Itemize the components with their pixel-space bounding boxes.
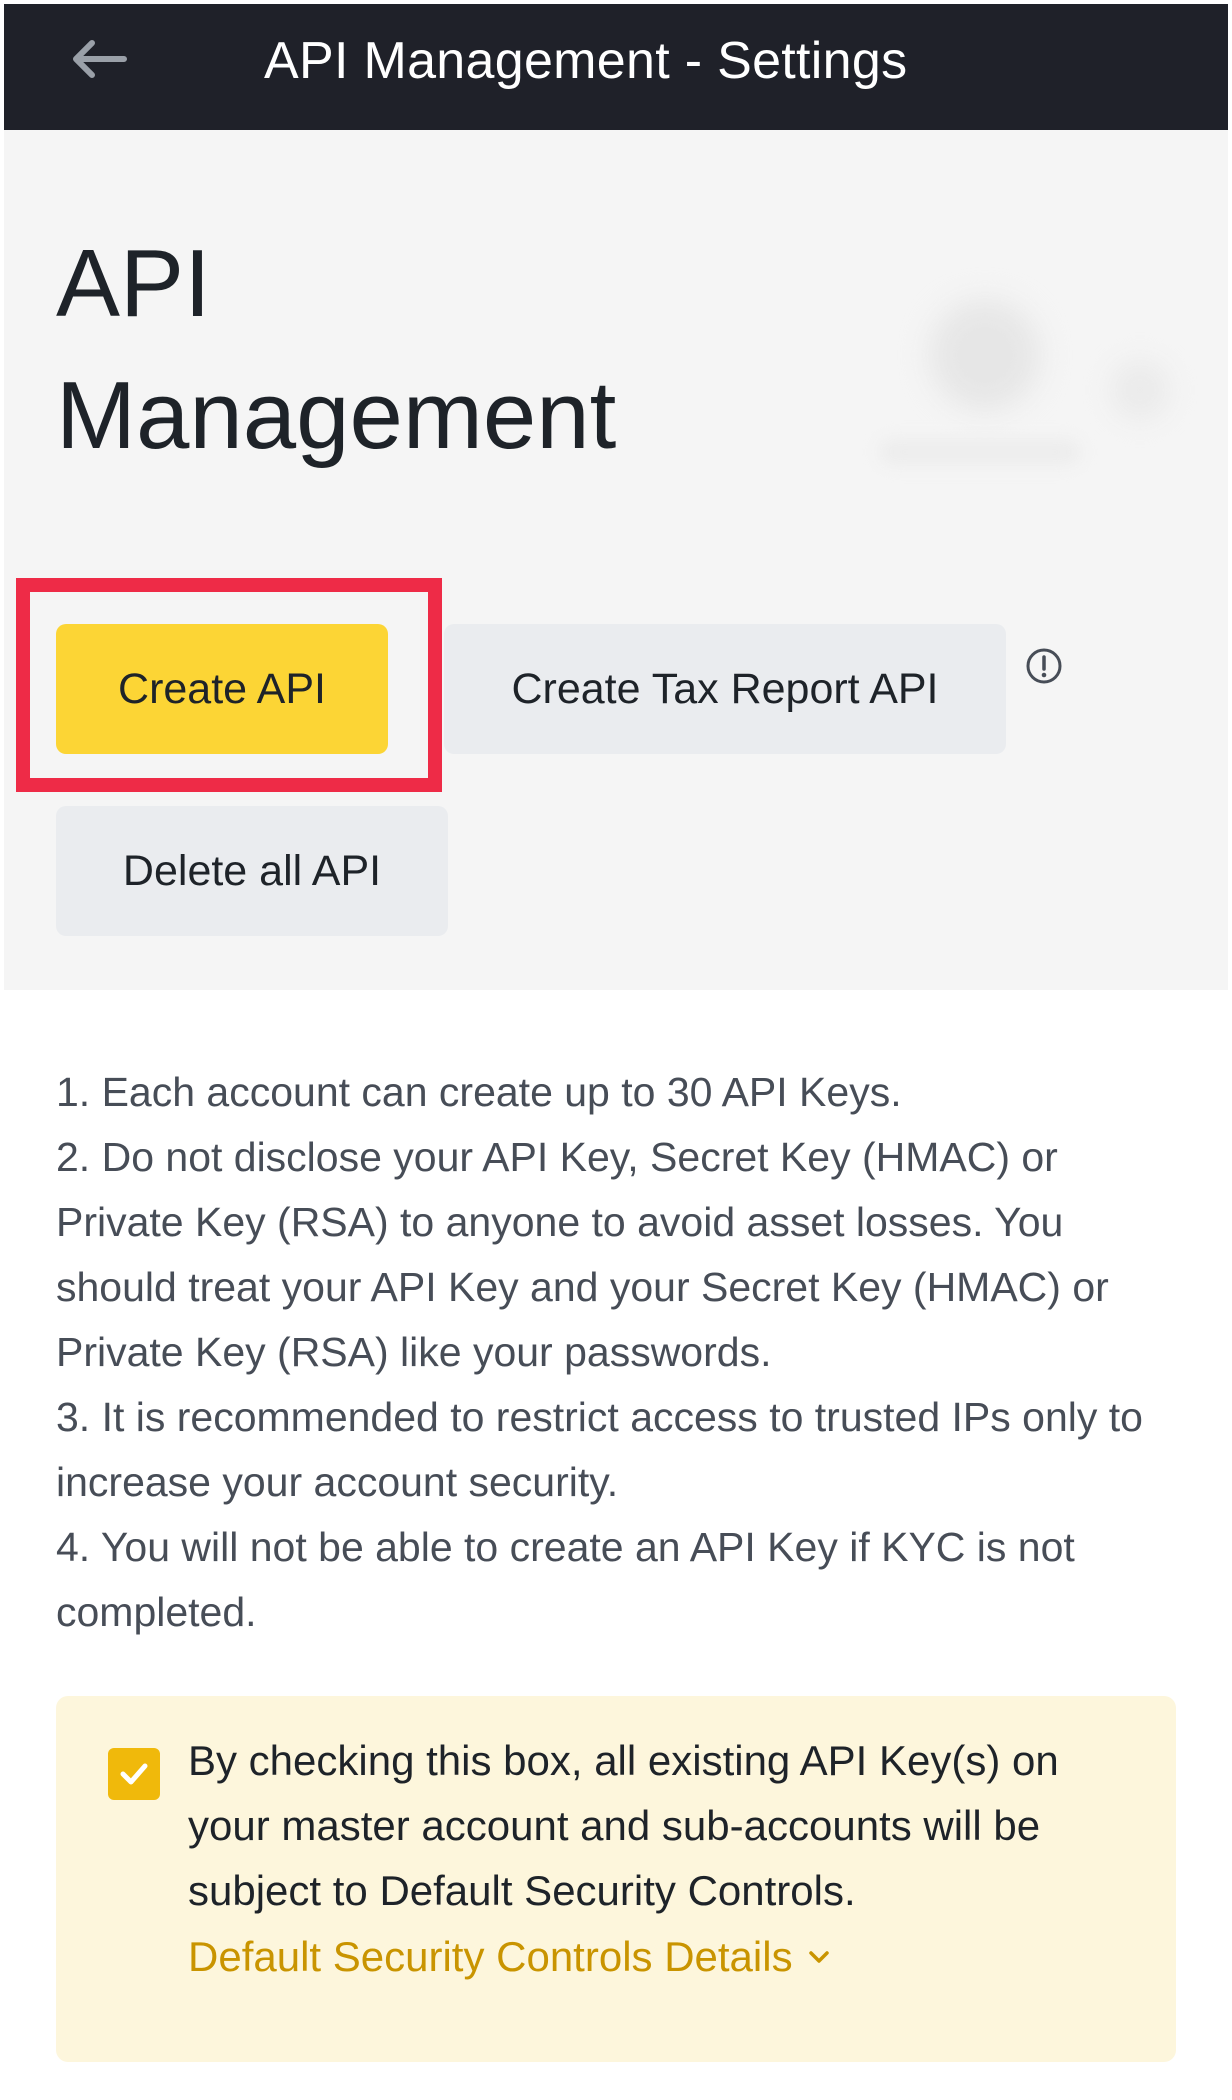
- page-title: API Management: [56, 218, 756, 482]
- top-navigation-bar: API Management - Settings: [4, 4, 1228, 130]
- consent-box: By checking this box, all existing API K…: [56, 1696, 1176, 2062]
- note-4: 4. You will not be able to create an API…: [56, 1524, 1075, 1635]
- delete-all-api-button[interactable]: Delete all API: [56, 806, 448, 936]
- back-button[interactable]: [62, 28, 134, 90]
- consent-checkbox[interactable]: [108, 1748, 160, 1800]
- note-1: 1. Each account can create up to 30 API …: [56, 1069, 902, 1115]
- page: API Management - Settings API Management…: [0, 0, 1232, 2100]
- chevron-down-icon: [808, 1950, 829, 1963]
- security-controls-details-link[interactable]: Default Security Controls Details: [188, 1924, 831, 1989]
- checkmark-icon: [120, 1763, 148, 1785]
- create-api-button[interactable]: Create API: [56, 624, 388, 754]
- details-link-label: Default Security Controls Details: [188, 1933, 793, 1980]
- back-arrow-icon: [73, 40, 127, 78]
- topbar-title: API Management - Settings: [264, 32, 908, 90]
- create-tax-report-api-button[interactable]: Create Tax Report API: [444, 624, 1006, 754]
- info-icon[interactable]: [1024, 646, 1064, 686]
- note-2: 2. Do not disclose your API Key, Secret …: [56, 1134, 1109, 1375]
- consent-text: By checking this box, all existing API K…: [188, 1737, 1059, 1914]
- api-notes: 1. Each account can create up to 30 API …: [56, 1060, 1186, 1645]
- page-title-line2: Management: [56, 362, 617, 469]
- note-3: 3. It is recommended to restrict access …: [56, 1394, 1143, 1505]
- page-title-line1: API: [56, 230, 211, 337]
